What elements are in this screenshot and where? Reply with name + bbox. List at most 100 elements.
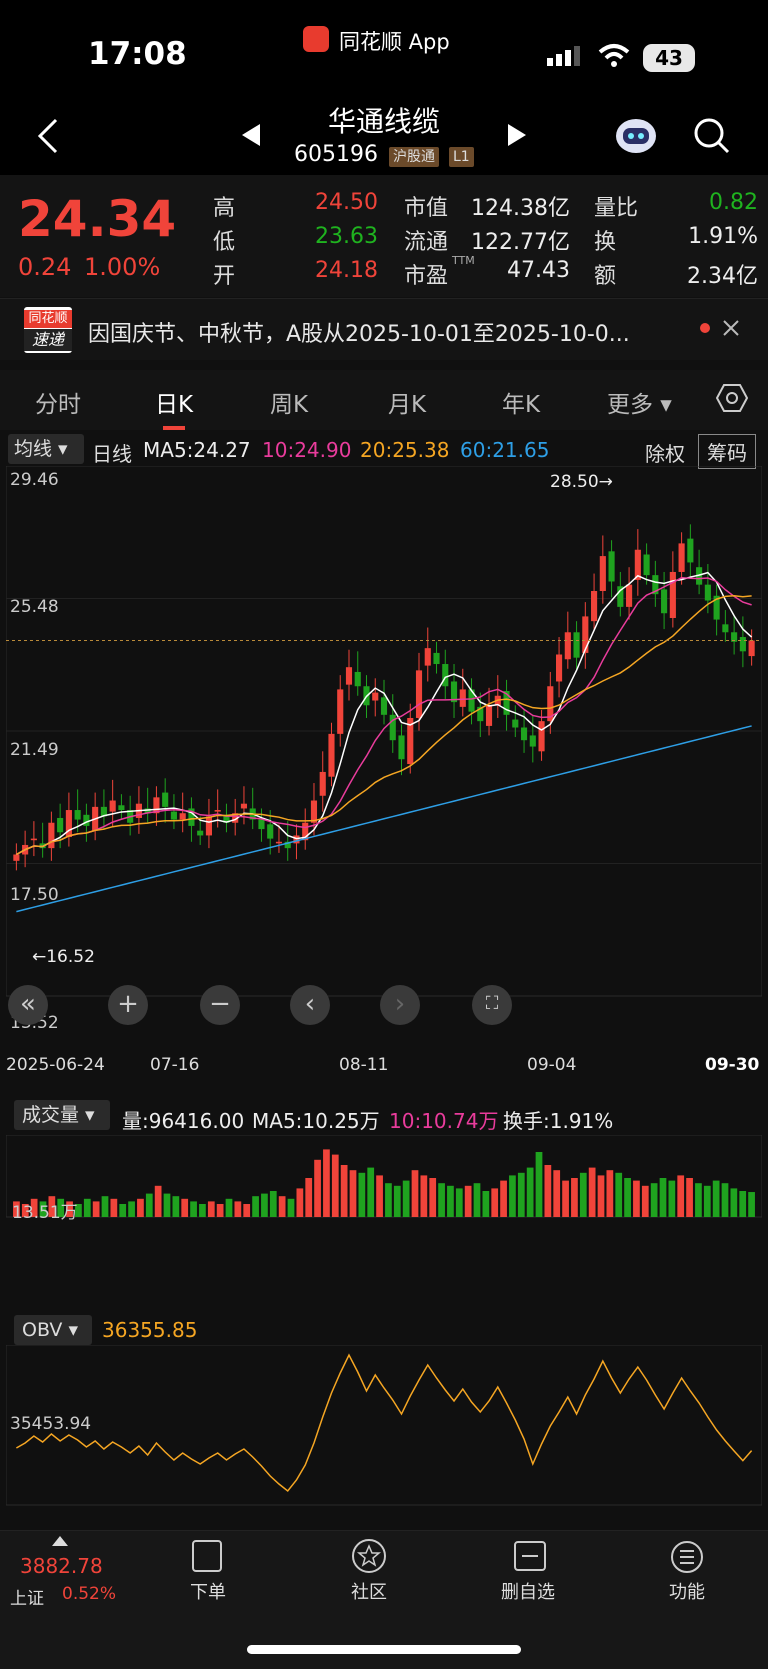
candle	[424, 648, 431, 666]
candle	[267, 824, 274, 839]
candle	[661, 589, 668, 614]
candle	[380, 697, 388, 715]
index-value[interactable]: 3882.78	[20, 1554, 103, 1578]
volume-bar	[748, 1192, 755, 1217]
volume-bar	[305, 1178, 313, 1217]
scroll-right-button[interactable]: ›	[380, 985, 420, 1025]
candle	[687, 538, 694, 563]
obv-y-label: 35453.94	[10, 1414, 92, 1434]
candle	[398, 735, 405, 760]
tab-weekly[interactable]: 周K	[270, 385, 308, 419]
community-icon[interactable]	[351, 1538, 387, 1574]
robot-assistant-icon[interactable]	[614, 114, 658, 156]
candle	[328, 733, 335, 777]
chips-button[interactable]: 筹码	[698, 434, 756, 469]
volume-bar	[482, 1191, 490, 1217]
zoom-in-button[interactable]: +	[108, 985, 148, 1025]
scroll-left-button[interactable]: ‹	[290, 985, 330, 1025]
open-label: 开	[213, 264, 236, 289]
volume-bar	[650, 1183, 658, 1217]
obv-line	[16, 1353, 753, 1493]
remove-watchlist-button[interactable]: 删自选	[488, 1578, 568, 1604]
obv-frame	[6, 1345, 762, 1506]
x-label-3: 08-11	[339, 1055, 389, 1075]
high-mark-label: 28.50→	[550, 472, 613, 492]
ma-type-dropdown[interactable]: 均线 ▾	[8, 434, 84, 464]
remove-watchlist-icon[interactable]	[513, 1540, 547, 1572]
settings-hex-icon[interactable]	[716, 383, 748, 413]
close-icon[interactable]	[722, 319, 740, 337]
candle	[205, 816, 213, 836]
float-label: 流通	[404, 230, 449, 255]
volume-indicator-dropdown[interactable]: 成交量 ▾	[14, 1100, 110, 1130]
volume-bar	[367, 1167, 375, 1217]
volume-y-label: 13.51万	[12, 1203, 78, 1223]
x-label-2: 07-16	[150, 1055, 200, 1075]
volume-bar	[411, 1170, 419, 1217]
volume-bar	[154, 1185, 162, 1217]
volume-bar	[579, 1172, 587, 1217]
volume-bar	[429, 1178, 437, 1217]
menu-icon[interactable]	[670, 1540, 704, 1574]
volume-bar	[615, 1172, 623, 1217]
candle	[582, 616, 589, 653]
search-icon[interactable]	[692, 116, 732, 156]
volume-bar	[703, 1185, 711, 1217]
volume-turnover: 换手:1.91%	[503, 1109, 614, 1133]
volume-bar	[243, 1204, 251, 1217]
candle	[170, 811, 177, 820]
candle	[555, 654, 563, 682]
zoom-out-button[interactable]: −	[200, 985, 240, 1025]
up-arrow-icon	[52, 1536, 68, 1546]
volume-bar	[385, 1183, 392, 1217]
community-button[interactable]: 社区	[329, 1578, 409, 1604]
volume-ma10: 10:10.74万	[389, 1109, 499, 1133]
fullscreen-button[interactable]: ⛶	[472, 985, 512, 1025]
tab-monthly[interactable]: 月K	[388, 385, 426, 419]
pe-value: 47.43	[507, 258, 570, 283]
volume-bar	[509, 1175, 516, 1217]
order-button[interactable]: 下单	[168, 1578, 248, 1604]
ma20-line	[16, 595, 752, 856]
volume-bar	[358, 1172, 366, 1217]
volume-bar	[659, 1178, 667, 1217]
volume-bar	[739, 1191, 747, 1217]
volume-bar	[668, 1180, 676, 1217]
volume-bar	[544, 1165, 552, 1217]
obv-indicator-dropdown[interactable]: OBV ▾	[14, 1315, 92, 1345]
news-text[interactable]: 因国庆节、中秋节，A股从2025-10-01至2025-10-0...	[88, 316, 688, 348]
tab-yearly[interactable]: 年K	[502, 385, 540, 419]
function-button[interactable]: 功能	[647, 1578, 727, 1604]
candle	[337, 689, 344, 734]
volume-bar	[588, 1167, 596, 1217]
candle	[643, 554, 650, 576]
y-label-2: 25.48	[10, 597, 59, 617]
candle	[319, 771, 326, 796]
candle	[520, 727, 528, 741]
volume-value: 量:96416.00	[122, 1109, 245, 1133]
candle	[258, 819, 265, 830]
zoom-out-fast-button[interactable]: «	[8, 985, 48, 1025]
volume-bar	[216, 1204, 224, 1217]
ex-rights-button[interactable]: 除权	[645, 438, 685, 467]
volume-bar	[163, 1193, 171, 1217]
candle	[433, 652, 440, 665]
mktcap-label: 市值	[404, 196, 449, 221]
volume-bar	[721, 1183, 729, 1217]
candle	[109, 800, 116, 812]
volume-bar	[269, 1191, 277, 1217]
tab-intraday[interactable]: 分时	[35, 385, 81, 419]
volume-bar	[473, 1183, 481, 1217]
tab-more[interactable]: 更多 ▾	[607, 385, 672, 419]
kline-chart[interactable]	[6, 466, 762, 1036]
candle	[179, 813, 186, 820]
candle	[214, 810, 221, 812]
order-icon[interactable]	[192, 1540, 222, 1572]
tab-daily[interactable]: 日K	[155, 385, 193, 419]
high-label: 高	[213, 196, 236, 221]
candle	[415, 670, 423, 718]
candle	[240, 803, 248, 809]
volume-bar	[181, 1198, 189, 1217]
candle	[162, 792, 169, 807]
volume-bar	[207, 1201, 215, 1217]
